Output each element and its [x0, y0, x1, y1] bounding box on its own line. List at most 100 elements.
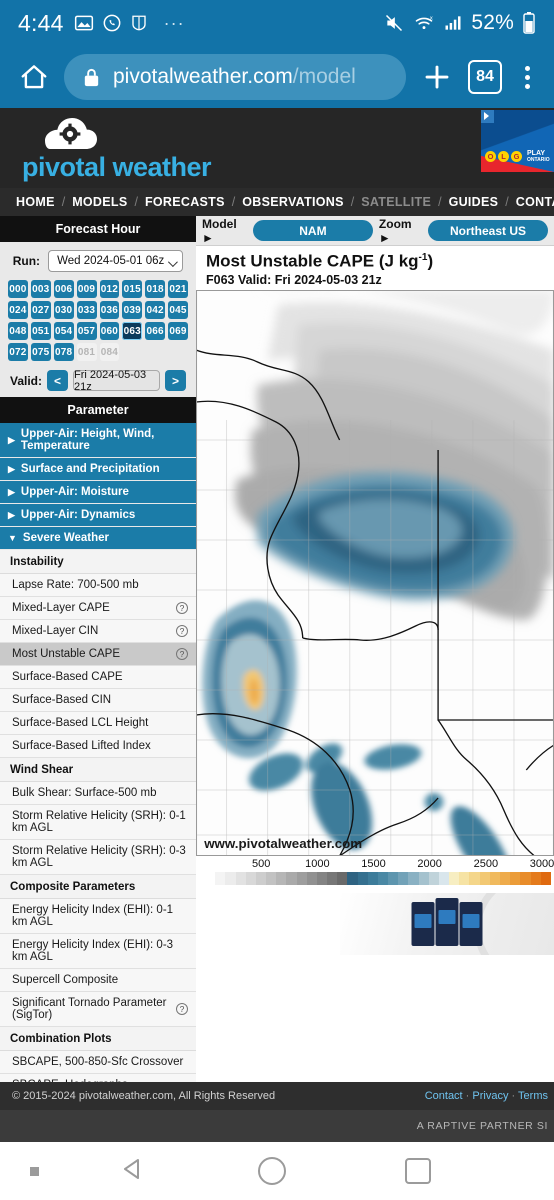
forecast-hour-051[interactable]: 051: [30, 322, 51, 340]
forecast-hour-024[interactable]: 024: [8, 301, 28, 319]
battery-percent-label: 52%: [471, 11, 514, 34]
param-label: SBCAPE, 500-850-Sfc Crossover: [12, 1056, 184, 1068]
back-button[interactable]: [118, 1154, 148, 1189]
footer-link-privacy[interactable]: Privacy: [472, 1090, 508, 1102]
forecast-hour-042[interactable]: 042: [145, 301, 166, 319]
address-bar[interactable]: pivotalweather.com/model: [64, 54, 406, 100]
site-logo[interactable]: pivotal weather: [22, 116, 554, 183]
forecast-hour-021[interactable]: 021: [168, 280, 188, 298]
param-significant-tornado-parameter-sigtor[interactable]: Significant Tornado Parameter (SigTor)?: [0, 992, 196, 1027]
param-sbcape-500-850-sfc-crossover[interactable]: SBCAPE, 500-850-Sfc Crossover: [0, 1051, 196, 1074]
forecast-hour-078[interactable]: 078: [53, 343, 74, 361]
param-surface-based-cape[interactable]: Surface-Based CAPE: [0, 666, 196, 689]
param-surface-based-lifted-index[interactable]: Surface-Based Lifted Index: [0, 735, 196, 758]
olg-advertisement[interactable]: O L G PLAY ONTARIO: [481, 110, 554, 172]
product-box: [459, 902, 483, 947]
param-surface-based-cin[interactable]: Surface-Based CIN: [0, 689, 196, 712]
param-energy-helicity-index-ehi-0-3-km-agl[interactable]: Energy Helicity Index (EHI): 0-3 km AGL: [0, 934, 196, 969]
forecast-hour-000[interactable]: 000: [8, 280, 28, 298]
browser-menu-button[interactable]: [512, 65, 542, 89]
vpn-icon: [131, 15, 146, 31]
forecast-hour-045[interactable]: 045: [168, 301, 188, 319]
category-upper-air-dynamics[interactable]: ▶ Upper-Air: Dynamics: [0, 504, 196, 527]
forecast-hour-057[interactable]: 057: [76, 322, 97, 340]
param-label: Storm Relative Helicity (SRH): 0-3 km AG…: [12, 845, 186, 869]
param-most-unstable-cape[interactable]: Most Unstable CAPE?: [0, 643, 196, 666]
browser-home-button[interactable]: [14, 57, 54, 97]
valid-prev-button[interactable]: <: [47, 370, 69, 391]
nav-separator: /: [61, 195, 66, 209]
nav-item-forecasts[interactable]: FORECASTS: [145, 195, 225, 209]
colorbar-tick-1500: 1500: [361, 858, 386, 871]
category-upper-air-height-wind-temperature[interactable]: ▶ Upper-Air: Height, Wind, Temperature: [0, 423, 196, 458]
ad-choices-icon[interactable]: [481, 110, 494, 123]
map-watermark-text: www.pivotalweather.com: [203, 836, 362, 851]
menu-dot: [524, 65, 530, 71]
tab-count-label: 84: [476, 68, 494, 85]
param-energy-helicity-index-ehi-0-1-km-agl[interactable]: Energy Helicity Index (EHI): 0-1 km AGL: [0, 899, 196, 934]
forecast-hour-018[interactable]: 018: [145, 280, 166, 298]
forecast-hour-048[interactable]: 048: [8, 322, 28, 340]
valid-next-button[interactable]: >: [165, 370, 186, 391]
forecast-hour-027[interactable]: 027: [30, 301, 51, 319]
forecast-hour-066[interactable]: 066: [145, 322, 166, 340]
forecast-hour-054[interactable]: 054: [53, 322, 74, 340]
param-mixed-layer-cape[interactable]: Mixed-Layer CAPE?: [0, 597, 196, 620]
help-icon[interactable]: ?: [176, 1003, 188, 1015]
forecast-hour-069[interactable]: 069: [168, 322, 188, 340]
colorbar-swatch: [327, 872, 338, 886]
chevron-down-icon: ▼: [8, 533, 17, 543]
forecast-hour-075[interactable]: 075: [30, 343, 51, 361]
param-mixed-layer-cin[interactable]: Mixed-Layer CIN?: [0, 620, 196, 643]
footer-link-terms[interactable]: Terms: [518, 1090, 548, 1102]
browser-toolbar: pivotalweather.com/model 84: [0, 46, 554, 108]
footer-link-contact[interactable]: Contact: [425, 1090, 463, 1102]
help-icon[interactable]: ?: [176, 625, 188, 637]
forecast-hour-036[interactable]: 036: [99, 301, 120, 319]
param-storm-relative-helicity-srh-0-3-km-agl[interactable]: Storm Relative Helicity (SRH): 0-3 km AG…: [0, 840, 196, 875]
forecast-hour-003[interactable]: 003: [30, 280, 51, 298]
nav-separator: /: [231, 195, 236, 209]
param-lapse-rate-700-500-mb[interactable]: Lapse Rate: 700-500 mb: [0, 574, 196, 597]
category-severe-weather[interactable]: ▼ Severe Weather: [0, 527, 196, 550]
nav-item-satellite[interactable]: SATELLITE: [361, 195, 431, 209]
map-title: Most Unstable CAPE (J kg-1): [206, 252, 554, 271]
nav-item-guides[interactable]: GUIDES: [449, 195, 499, 209]
param-group-wind-shear: Wind Shear: [0, 758, 196, 782]
zoom-selector[interactable]: Northeast US: [428, 220, 548, 241]
product-box: [435, 898, 459, 947]
param-bulk-shear-surface-500-mb[interactable]: Bulk Shear: Surface-500 mb: [0, 782, 196, 805]
forecast-hour-030[interactable]: 030: [53, 301, 74, 319]
nav-item-observations[interactable]: OBSERVATIONS: [242, 195, 344, 209]
run-select[interactable]: Wed 2024-05-01 06z: [48, 250, 184, 272]
model-selector[interactable]: NAM: [252, 220, 373, 241]
tab-switcher-button[interactable]: 84: [468, 60, 502, 94]
nav-item-contact[interactable]: CONTACT: [516, 195, 554, 209]
nav-item-models[interactable]: MODELS: [72, 195, 127, 209]
webpage-viewport: pivotal weather O L G PLAY ONTARIO HOME /…: [0, 108, 554, 1142]
recents-button[interactable]: [405, 1158, 431, 1184]
param-label: Bulk Shear: Surface-500 mb: [12, 787, 157, 799]
forecast-hour-060[interactable]: 060: [99, 322, 120, 340]
param-supercell-composite[interactable]: Supercell Composite: [0, 969, 196, 992]
forecast-hour-009[interactable]: 009: [76, 280, 97, 298]
param-surface-based-lcl-height[interactable]: Surface-Based LCL Height: [0, 712, 196, 735]
forecast-hour-015[interactable]: 015: [122, 280, 143, 298]
forecast-hour-072[interactable]: 072: [8, 343, 28, 361]
nav-item-home[interactable]: HOME: [16, 195, 55, 209]
category-surface-and-precipitation[interactable]: ▶ Surface and Precipitation: [0, 458, 196, 481]
forecast-hour-006[interactable]: 006: [53, 280, 74, 298]
category-upper-air-moisture[interactable]: ▶ Upper-Air: Moisture: [0, 481, 196, 504]
forecast-hour-012[interactable]: 012: [99, 280, 120, 298]
footer-copyright-bar: © 2015-2024 pivotalweather.com, All Righ…: [0, 1082, 554, 1110]
forecast-hour-033[interactable]: 033: [76, 301, 97, 319]
new-tab-button[interactable]: [416, 56, 458, 98]
param-storm-relative-helicity-srh-0-1-km-agl[interactable]: Storm Relative Helicity (SRH): 0-1 km AG…: [0, 805, 196, 840]
forecast-hour-039[interactable]: 039: [122, 301, 143, 319]
cape-map-image[interactable]: www.pivotalweather.com: [196, 290, 554, 857]
product-advertisement[interactable]: [340, 893, 554, 956]
help-icon[interactable]: ?: [176, 602, 188, 614]
help-icon[interactable]: ?: [176, 648, 188, 660]
home-button[interactable]: [258, 1157, 286, 1185]
forecast-hour-063[interactable]: 063: [122, 322, 143, 340]
